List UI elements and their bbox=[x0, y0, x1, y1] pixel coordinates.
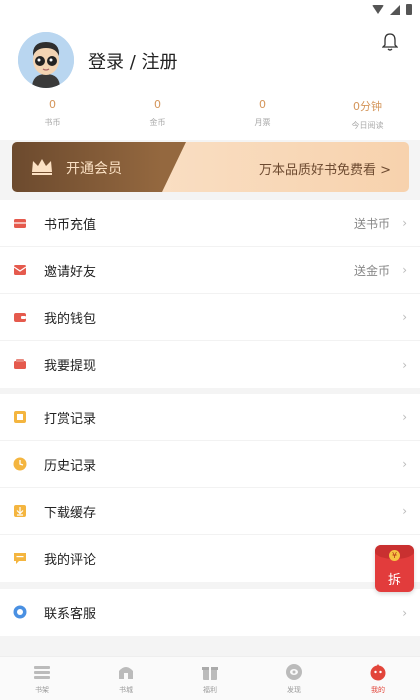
vip-banner[interactable]: 开通会员 万本品质好书免费看 > bbox=[12, 142, 409, 192]
vip-title: 开通会员 bbox=[66, 161, 122, 177]
menu-label: 我的钱包 bbox=[44, 311, 97, 327]
menu-group-wallet: 书币充值 送书币 › 邀请好友 送金币 › 我的钱包 › 我要提现 › bbox=[0, 200, 420, 388]
stat-reading-time[interactable]: 0分钟 今日阅读 bbox=[315, 98, 420, 131]
stat-label: 金币 bbox=[149, 118, 166, 127]
stat-value: 0 bbox=[154, 98, 161, 111]
chevron-right-icon: › bbox=[402, 504, 407, 518]
profile-header: 登录 / 注册 0 书币 0 金币 0 月票 0分钟 今日阅读 bbox=[0, 22, 420, 140]
discover-icon bbox=[286, 664, 302, 680]
menu-item-recharge[interactable]: 书币充值 送书币 › bbox=[0, 200, 420, 247]
red-envelope-label: 拆 bbox=[387, 573, 401, 588]
menu-label: 历史记录 bbox=[44, 458, 97, 474]
gift-icon bbox=[202, 667, 218, 680]
bottom-tab-bar: 书架 书城 福利 发现 我的 bbox=[0, 656, 420, 700]
battery-icon bbox=[406, 4, 412, 15]
menu-item-wallet[interactable]: 我的钱包 › bbox=[0, 294, 420, 341]
menu-label: 打赏记录 bbox=[44, 411, 97, 427]
tab-bookshelf[interactable]: 书架 bbox=[0, 657, 84, 700]
reward-record-icon bbox=[14, 411, 26, 423]
menu-label: 书币充值 bbox=[44, 217, 97, 233]
comment-icon bbox=[14, 553, 26, 564]
stats-row: 0 书币 0 金币 0 月票 0分钟 今日阅读 bbox=[0, 98, 420, 131]
crown-icon bbox=[32, 159, 52, 175]
withdraw-icon bbox=[14, 359, 26, 369]
chevron-right-icon: › bbox=[402, 357, 407, 372]
wifi-icon bbox=[372, 5, 384, 14]
invite-friend-icon bbox=[13, 265, 27, 275]
menu-label: 我的评论 bbox=[44, 553, 97, 568]
chevron-right-icon: › bbox=[402, 457, 407, 471]
download-icon bbox=[14, 505, 26, 517]
menu-label: 联系客服 bbox=[44, 607, 97, 622]
chevron-right-icon: › bbox=[402, 216, 407, 230]
bookstore-icon bbox=[119, 667, 133, 679]
bookshelf-icon bbox=[34, 666, 50, 679]
profile-icon bbox=[370, 664, 386, 681]
stat-value: 0 bbox=[259, 98, 266, 111]
tab-welfare[interactable]: 福利 bbox=[168, 657, 252, 700]
clock-icon bbox=[13, 457, 27, 471]
menu-item-withdraw[interactable]: 我要提现 › bbox=[0, 341, 420, 388]
menu-item-customer-service[interactable]: 联系客服 › bbox=[0, 589, 420, 636]
stat-book-coins[interactable]: 0 书币 bbox=[0, 98, 105, 131]
stat-label: 今日阅读 bbox=[351, 121, 384, 130]
bell-icon[interactable] bbox=[382, 32, 398, 52]
avatar[interactable] bbox=[18, 32, 74, 88]
menu-value: 送书币 bbox=[353, 216, 390, 231]
chevron-right-icon: › bbox=[402, 310, 407, 324]
stat-monthly-tickets[interactable]: 0 月票 bbox=[210, 98, 315, 131]
tab-discover[interactable]: 发现 bbox=[252, 657, 336, 700]
customer-service-icon bbox=[13, 605, 27, 619]
tab-label: 书城 bbox=[119, 686, 133, 694]
chevron-right-icon: › bbox=[402, 605, 407, 620]
vip-promo-link[interactable]: 万本品质好书免费看 > bbox=[259, 159, 391, 178]
menu-label: 我要提现 bbox=[44, 359, 97, 374]
tab-bookstore[interactable]: 书城 bbox=[84, 657, 168, 700]
menu-item-history[interactable]: 历史记录 › bbox=[0, 441, 420, 488]
menu-item-download[interactable]: 下载缓存 › bbox=[0, 488, 420, 535]
tab-label: 我的 bbox=[371, 686, 385, 694]
menu-item-invite[interactable]: 邀请好友 送金币 › bbox=[0, 247, 420, 294]
tab-profile[interactable]: 我的 bbox=[336, 657, 420, 700]
menu-value: 送金币 bbox=[353, 263, 390, 278]
login-register-link[interactable]: 登录 / 注册 bbox=[88, 48, 178, 74]
stat-label: 月票 bbox=[254, 118, 271, 127]
menu-group-service: 联系客服 › bbox=[0, 589, 420, 636]
wallet-icon bbox=[14, 313, 26, 322]
menu-label: 下载缓存 bbox=[44, 505, 97, 521]
stat-gold-coins[interactable]: 0 金币 bbox=[105, 98, 210, 131]
stat-value: 0分钟 bbox=[353, 100, 382, 113]
chevron-right-icon: › bbox=[402, 410, 407, 424]
status-bar bbox=[0, 0, 420, 22]
tab-label: 发现 bbox=[287, 686, 301, 694]
menu-group-records: 打赏记录 › 历史记录 › 下载缓存 › 我的评论 › bbox=[0, 394, 420, 582]
menu-label: 邀请好友 bbox=[44, 264, 97, 280]
stat-label: 书币 bbox=[44, 118, 61, 127]
wallet-card-icon bbox=[14, 219, 26, 228]
coin-icon: ¥ bbox=[389, 550, 400, 561]
menu-item-comments[interactable]: 我的评论 › bbox=[0, 535, 420, 582]
menu-item-reward-record[interactable]: 打赏记录 › bbox=[0, 394, 420, 441]
stat-value: 0 bbox=[49, 98, 56, 111]
signal-icon bbox=[390, 4, 400, 15]
red-envelope-button[interactable]: ¥ 拆 bbox=[375, 545, 414, 592]
tab-label: 福利 bbox=[203, 686, 217, 694]
chevron-right-icon: › bbox=[402, 263, 407, 277]
tab-label: 书架 bbox=[35, 686, 49, 694]
